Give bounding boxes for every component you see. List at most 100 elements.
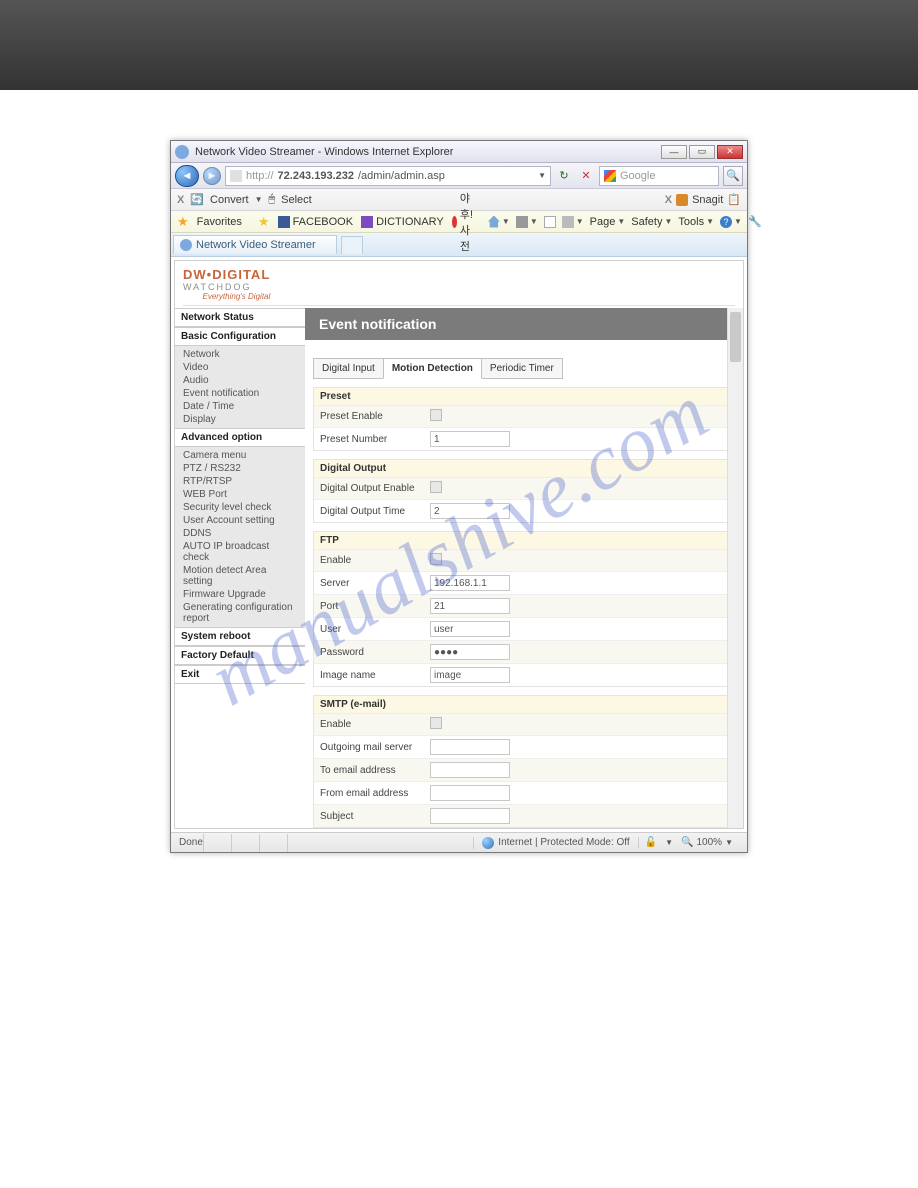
sidebar-item-display[interactable]: Display: [175, 413, 305, 426]
sidebar-item-video[interactable]: Video: [175, 361, 305, 374]
rss-button[interactable]: ▼: [516, 216, 538, 228]
search-box[interactable]: Google: [599, 166, 719, 186]
yahoo-link[interactable]: 야후! 사전: [452, 190, 480, 254]
preset-section: Preset Preset Enable Preset Number: [313, 387, 731, 451]
sidebar-item-user[interactable]: User Account setting: [175, 514, 305, 527]
sidebar-item-security[interactable]: Security level check: [175, 501, 305, 514]
ftp-password-label: Password: [314, 644, 424, 661]
sidebar-exit[interactable]: Exit: [175, 665, 305, 684]
sidebar-factory-default[interactable]: Factory Default: [175, 646, 305, 665]
smtp-outgoing-label: Outgoing mail server: [314, 739, 424, 756]
mail-button[interactable]: [544, 216, 556, 228]
ftp-server-input[interactable]: [430, 575, 510, 591]
smtp-subject-input[interactable]: [430, 808, 510, 824]
facebook-icon: [278, 216, 290, 228]
tab-periodic-timer[interactable]: Periodic Timer: [481, 358, 563, 379]
sidebar-item-datetime[interactable]: Date / Time: [175, 400, 305, 413]
select-label[interactable]: Select: [281, 194, 312, 206]
tab-title: Network Video Streamer: [196, 239, 316, 251]
snagit-extra-icon[interactable]: 📋: [727, 193, 741, 206]
ftp-enable-checkbox[interactable]: [430, 553, 442, 565]
tab-motion-detection[interactable]: Motion Detection: [383, 358, 482, 379]
extra-button[interactable]: 🔧: [748, 215, 762, 228]
convert-dropdown-icon[interactable]: ▼: [255, 195, 263, 204]
sidebar-item-ptz[interactable]: PTZ / RS232: [175, 462, 305, 475]
sidebar-item-rtp[interactable]: RTP/RTSP: [175, 475, 305, 488]
smtp-enable-label: Enable: [314, 716, 424, 733]
address-bar[interactable]: http://72.243.193.232/admin/admin.asp ▼: [225, 166, 551, 186]
ftp-port-input[interactable]: [430, 598, 510, 614]
help-button[interactable]: ?▼: [720, 216, 742, 228]
sidebar-item-ddns[interactable]: DDNS: [175, 527, 305, 540]
home-button[interactable]: ▼: [488, 216, 510, 228]
sidebar-network-status[interactable]: Network Status: [175, 308, 305, 327]
toolbar-close-icon[interactable]: X: [177, 194, 184, 206]
refresh-button[interactable]: ↻: [555, 167, 573, 185]
smtp-enable-checkbox[interactable]: [430, 717, 442, 729]
sidebar-item-autoip[interactable]: AUTO IP broadcast check: [175, 540, 305, 564]
tools-menu[interactable]: Tools▼: [678, 216, 714, 228]
url-dropdown-icon[interactable]: ▼: [538, 171, 546, 180]
ftp-section: FTP Enable Server Port User Password Ima…: [313, 531, 731, 687]
url-host: 72.243.193.232: [278, 170, 354, 182]
sidebar-item-web[interactable]: WEB Port: [175, 488, 305, 501]
ftp-port-label: Port: [314, 598, 424, 615]
safety-menu[interactable]: Safety▼: [631, 216, 672, 228]
sidebar-basic-config[interactable]: Basic Configuration: [175, 327, 305, 346]
favorites-star-icon[interactable]: ★: [177, 214, 189, 230]
sidebar-item-network[interactable]: Network: [175, 348, 305, 361]
favorites-label[interactable]: Favorites: [197, 216, 242, 228]
smtp-outgoing-input[interactable]: [430, 739, 510, 755]
stop-button[interactable]: ✕: [577, 167, 595, 185]
sidebar-item-motion[interactable]: Motion detect Area setting: [175, 564, 305, 588]
smtp-to-input[interactable]: [430, 762, 510, 778]
tab-digital-input[interactable]: Digital Input: [313, 358, 384, 379]
vertical-scrollbar[interactable]: [727, 308, 743, 828]
back-button[interactable]: ◄: [175, 165, 199, 187]
suggested-star-icon[interactable]: ★: [258, 214, 270, 230]
facebook-link[interactable]: FACEBOOK: [278, 216, 354, 228]
convert-label[interactable]: Convert: [210, 194, 249, 206]
titlebar: Network Video Streamer - Windows Interne…: [171, 141, 747, 163]
ftp-user-input[interactable]: [430, 621, 510, 637]
ftp-image-input[interactable]: [430, 667, 510, 683]
sidebar-item-report[interactable]: Generating configuration report: [175, 601, 305, 625]
maximize-button[interactable]: ▭: [689, 145, 715, 159]
sidebar-item-camera[interactable]: Camera menu: [175, 449, 305, 462]
print-button[interactable]: ▼: [562, 216, 584, 228]
new-tab-button[interactable]: [341, 236, 363, 254]
smtp-section: SMTP (e-mail) Enable Outgoing mail serve…: [313, 695, 731, 828]
page-title: Event notification: [305, 308, 727, 340]
dout-enable-checkbox[interactable]: [430, 481, 442, 493]
smtp-title: SMTP (e-mail): [314, 696, 730, 713]
sidebar-system-reboot[interactable]: System reboot: [175, 627, 305, 646]
dout-time-input[interactable]: [430, 503, 510, 519]
sidebar-item-event[interactable]: Event notification: [175, 387, 305, 400]
page-menu[interactable]: Page▼: [590, 216, 626, 228]
status-sec-icon[interactable]: 🔓: [645, 837, 657, 848]
snagit-close-icon[interactable]: X: [665, 194, 672, 206]
search-button[interactable]: 🔍: [723, 166, 743, 186]
sidebar-item-audio[interactable]: Audio: [175, 374, 305, 387]
logo: DW•DIGITAL WATCHDOG Everything's Digital: [183, 267, 270, 301]
dout-title: Digital Output: [314, 460, 730, 477]
dictionary-link[interactable]: DICTIONARY: [361, 216, 444, 228]
close-button[interactable]: ✕: [717, 145, 743, 159]
url-path: /admin/admin.asp: [358, 170, 445, 182]
sidebar-item-firmware[interactable]: Firmware Upgrade: [175, 588, 305, 601]
snagit-label[interactable]: Snagit: [692, 194, 723, 206]
preset-enable-checkbox[interactable]: [430, 409, 442, 421]
status-bar: Done Internet | Protected Mode: Off 🔓▼ 🔍…: [171, 832, 747, 852]
zoom-control[interactable]: 🔍 100% ▼: [681, 837, 733, 848]
browser-tab-1[interactable]: Network Video Streamer: [173, 235, 337, 254]
sidebar-advanced[interactable]: Advanced option: [175, 428, 305, 447]
minimize-button[interactable]: —: [661, 145, 687, 159]
ftp-title: FTP: [314, 532, 730, 549]
forward-button[interactable]: ►: [203, 167, 221, 185]
scrollbar-thumb[interactable]: [730, 312, 741, 362]
ie-icon: [175, 145, 189, 159]
ftp-password-input[interactable]: [430, 644, 510, 660]
preset-number-input[interactable]: [430, 431, 510, 447]
zoom-value: 100%: [697, 837, 723, 848]
smtp-from-input[interactable]: [430, 785, 510, 801]
